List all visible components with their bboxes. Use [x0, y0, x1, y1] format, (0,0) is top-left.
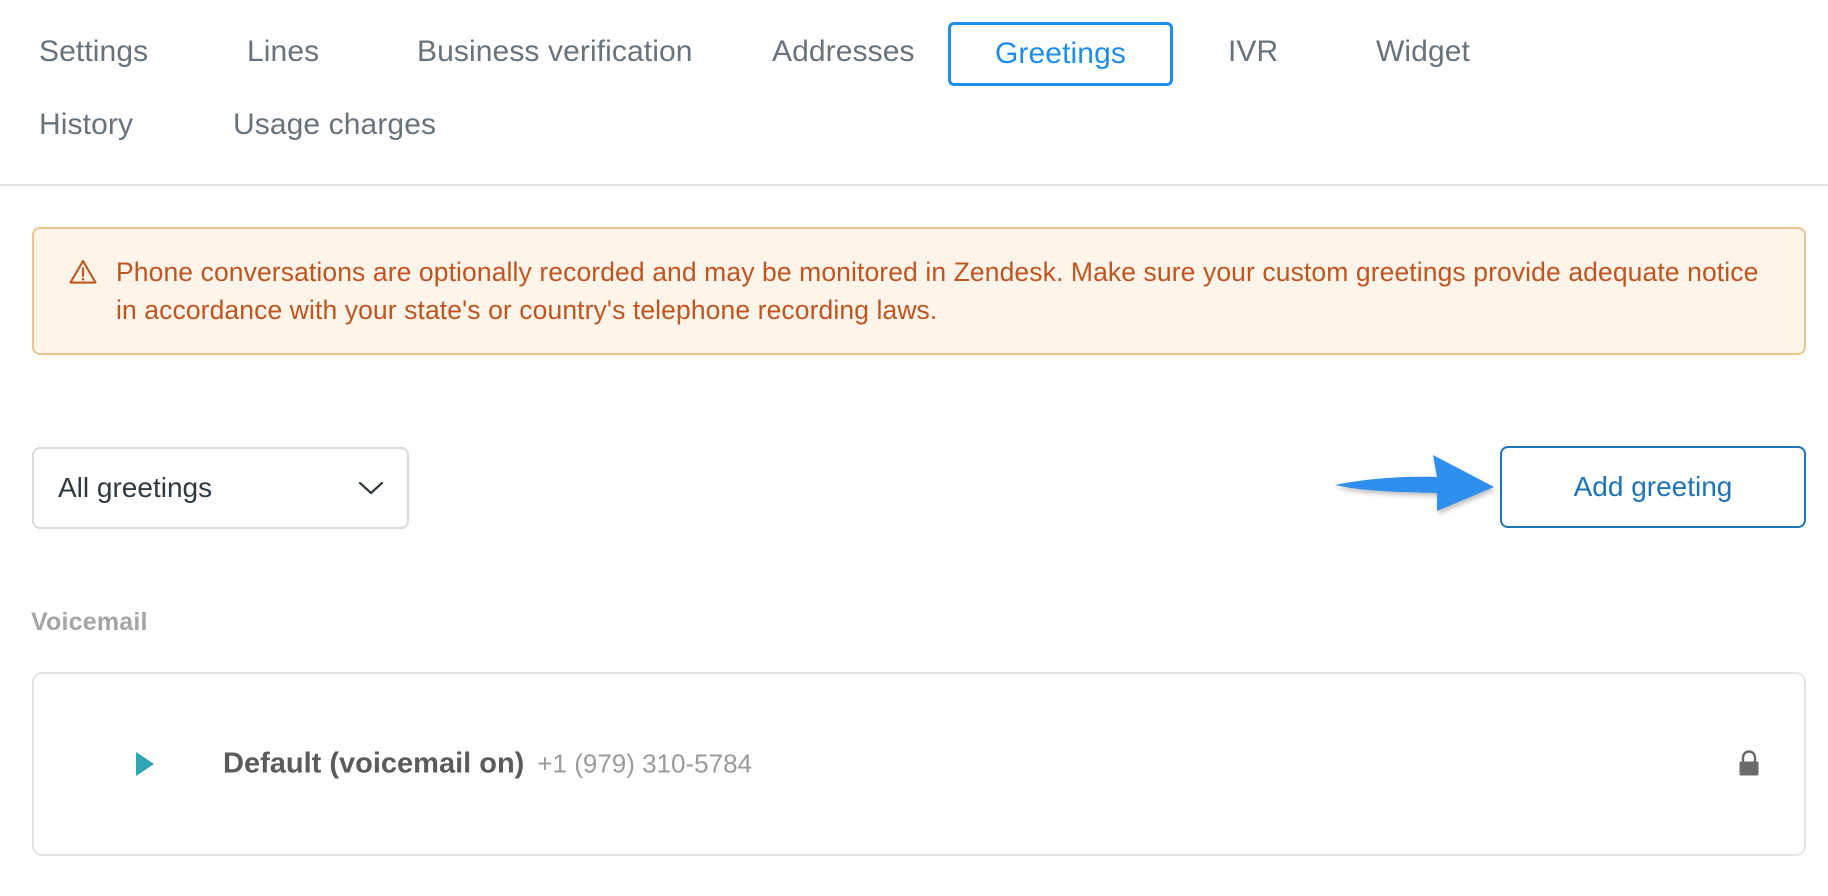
greetings-filter-value: All greetings — [58, 472, 213, 503]
lock-icon — [1735, 748, 1763, 780]
chevron-down-icon — [357, 479, 385, 497]
play-triangle-icon[interactable] — [134, 750, 156, 778]
tab-lines[interactable]: Lines — [244, 34, 322, 70]
greeting-phone: +1 (979) 310-5784 — [537, 748, 752, 779]
greetings-filter-select[interactable]: All greetings — [32, 447, 409, 529]
tab-ivr[interactable]: IVR — [1225, 34, 1281, 70]
tab-usage-charges[interactable]: Usage charges — [230, 107, 439, 143]
settings-tab-bar: Settings Lines Business verification Add… — [0, 0, 1828, 186]
add-greeting-button[interactable]: Add greeting — [1500, 446, 1806, 528]
tab-addresses[interactable]: Addresses — [769, 34, 918, 70]
arrow-right-annotation — [1333, 452, 1498, 518]
greeting-row[interactable]: Default (voicemail on) +1 (979) 310-5784 — [34, 674, 1804, 854]
tab-business-verification[interactable]: Business verification — [414, 34, 696, 70]
recording-warning-text: Phone conversations are optionally recor… — [116, 257, 1759, 325]
tab-widget[interactable]: Widget — [1373, 34, 1473, 70]
warning-triangle-icon — [68, 257, 98, 287]
tab-settings[interactable]: Settings — [36, 34, 151, 70]
recording-warning-banner: Phone conversations are optionally recor… — [32, 227, 1806, 355]
greeting-name: Default (voicemail on) — [223, 747, 525, 780]
greeting-row-labels: Default (voicemail on) +1 (979) 310-5784 — [223, 748, 752, 781]
tab-history[interactable]: History — [36, 107, 136, 143]
section-title-voicemail: Voicemail — [31, 608, 148, 636]
tab-greetings[interactable]: Greetings — [948, 22, 1173, 86]
greeting-card: Default (voicemail on) +1 (979) 310-5784 — [32, 672, 1806, 856]
